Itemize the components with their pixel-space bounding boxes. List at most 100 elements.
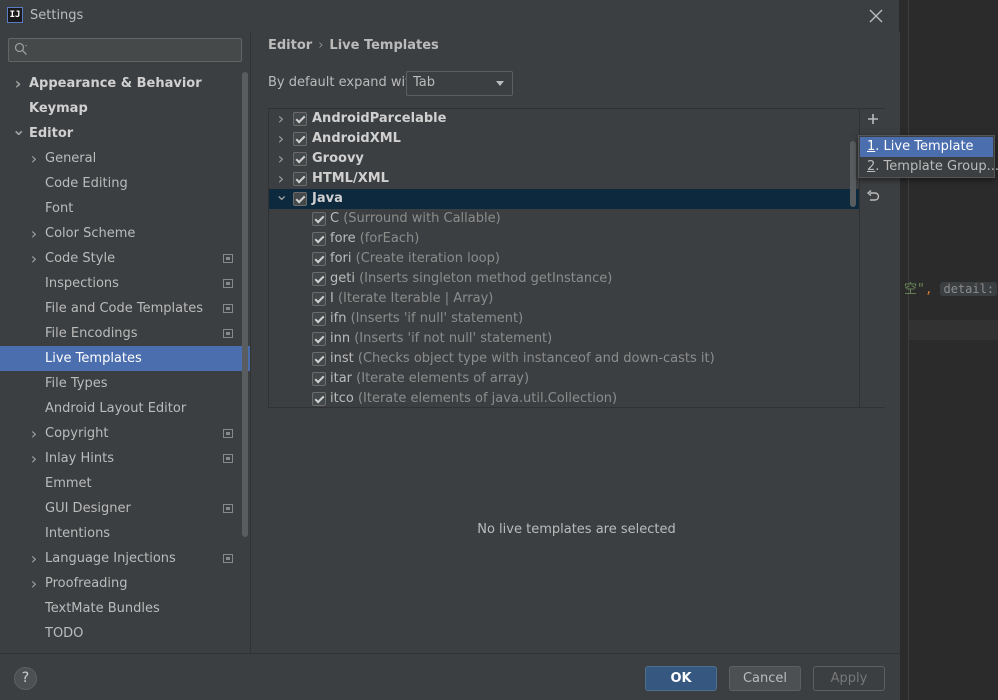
sidebar-item-keymap[interactable]: Keymap <box>0 96 250 121</box>
template-group-row[interactable]: › AndroidParcelable <box>269 109 859 129</box>
settings-dialog: IJ Settings › Appearance & Behavior Keymap… <box>0 0 900 700</box>
help-button[interactable]: ? <box>14 667 37 690</box>
menu-item-template-group[interactable]: 2. Template Group... <box>860 157 998 177</box>
template-group-checkbox[interactable] <box>293 112 307 126</box>
chevron-right-icon[interactable]: › <box>28 546 40 571</box>
template-group-row[interactable]: › HTML/XML <box>269 169 859 189</box>
ok-button[interactable]: OK <box>645 666 717 691</box>
template-row[interactable]: itco (Iterate elements of java.util.Coll… <box>269 389 859 407</box>
template-row[interactable]: ifn (Inserts 'if null' statement) <box>269 309 859 329</box>
apply-button[interactable]: Apply <box>813 666 885 691</box>
sidebar-item-font[interactable]: Font <box>0 196 250 221</box>
menu-item-label: . Live Template <box>875 139 974 154</box>
template-row[interactable]: C (Surround with Callable) <box>269 209 859 229</box>
settings-tree: › Appearance & Behavior Keymap ⌄ Editor › Gene… <box>0 71 250 646</box>
template-checkbox[interactable] <box>312 312 326 326</box>
template-checkbox[interactable] <box>312 212 326 226</box>
sidebar-item-gui-designer[interactable]: GUI Designer <box>0 496 250 521</box>
chevron-right-icon[interactable]: › <box>275 129 287 149</box>
close-button[interactable] <box>864 4 888 28</box>
template-checkbox[interactable] <box>312 372 326 386</box>
template-description: (Iterate elements of array) <box>356 371 530 386</box>
template-checkbox[interactable] <box>312 392 326 406</box>
template-group-checkbox[interactable] <box>293 172 307 186</box>
template-description: (Surround with Callable) <box>343 211 501 226</box>
template-row[interactable]: inn (Inserts 'if not null' statement) <box>269 329 859 349</box>
sidebar-item-label: Keymap <box>29 101 88 116</box>
expand-with-dropdown[interactable]: Tab <box>406 71 513 96</box>
plus-icon <box>868 114 878 124</box>
template-abbreviation: inn (Inserts 'if not null' statement) <box>330 329 552 349</box>
template-description: (Iterate elements of java.util.Collectio… <box>357 391 618 406</box>
templates-scrollbar[interactable] <box>850 141 856 207</box>
sidebar-item-inspections[interactable]: Inspections <box>0 271 250 296</box>
breadcrumb-parent: Editor <box>268 38 313 53</box>
sidebar-item-emmet[interactable]: Emmet <box>0 471 250 496</box>
template-checkbox[interactable] <box>312 352 326 366</box>
template-group-checkbox[interactable] <box>293 192 307 206</box>
chevron-right-icon[interactable]: › <box>28 421 40 446</box>
sidebar-item-textmate-bundles[interactable]: TextMate Bundles <box>0 596 250 621</box>
template-row[interactable]: inst (Checks object type with instanceof… <box>269 349 859 369</box>
sidebar-item-file-types[interactable]: File Types <box>0 371 250 396</box>
template-row[interactable]: fore (forEach) <box>269 229 859 249</box>
sidebar-item-general[interactable]: › General <box>0 146 250 171</box>
chevron-right-icon[interactable]: › <box>275 109 287 129</box>
sidebar-item-android-layout-editor[interactable]: Android Layout Editor <box>0 396 250 421</box>
chevron-right-icon[interactable]: › <box>28 571 40 596</box>
chevron-right-icon[interactable]: › <box>28 146 40 171</box>
chevron-right-icon[interactable]: › <box>12 71 24 96</box>
template-row[interactable]: itar (Iterate elements of array) <box>269 369 859 389</box>
restore-defaults-button[interactable] <box>863 189 883 210</box>
template-checkbox[interactable] <box>312 272 326 286</box>
sidebar-item-todo[interactable]: TODO <box>0 621 250 646</box>
chevron-down-icon[interactable]: ⌄ <box>275 185 288 205</box>
project-scope-icon <box>223 454 233 463</box>
chevron-right-icon[interactable]: › <box>28 446 40 471</box>
template-group-checkbox[interactable] <box>293 152 307 166</box>
template-description: (Checks object type with instanceof and … <box>357 351 715 366</box>
template-group-row[interactable]: › Groovy <box>269 149 859 169</box>
chevron-right-icon[interactable]: › <box>28 221 40 246</box>
cancel-button[interactable]: Cancel <box>729 666 801 691</box>
template-abbreviation: fori (Create iteration loop) <box>330 249 500 269</box>
settings-search-box[interactable] <box>8 38 242 62</box>
template-row[interactable]: I (Iterate Iterable | Array) <box>269 289 859 309</box>
add-template-button[interactable] <box>863 112 883 132</box>
sidebar-item-copyright[interactable]: › Copyright <box>0 421 250 446</box>
sidebar-item-appearance-behavior[interactable]: › Appearance & Behavior <box>0 71 250 96</box>
sidebar-item-color-scheme[interactable]: › Color Scheme <box>0 221 250 246</box>
intellij-app-icon: IJ <box>7 7 23 23</box>
sidebar-item-code-style[interactable]: › Code Style <box>0 246 250 271</box>
sidebar-item-code-editing[interactable]: Code Editing <box>0 171 250 196</box>
template-group-name: AndroidXML <box>312 131 401 146</box>
sidebar-item-language-injections[interactable]: › Language Injections <box>0 546 250 571</box>
chevron-down-icon[interactable]: ⌄ <box>12 117 25 142</box>
template-checkbox[interactable] <box>312 232 326 246</box>
sidebar-scrollbar[interactable] <box>242 72 248 537</box>
sidebar-item-label: Inlay Hints <box>45 451 114 466</box>
template-group-row[interactable]: ⌄ Java <box>269 185 859 209</box>
sidebar-item-file-encodings[interactable]: File Encodings <box>0 321 250 346</box>
chevron-right-icon[interactable]: › <box>275 149 287 169</box>
sidebar-item-proofreading[interactable]: › Proofreading <box>0 571 250 596</box>
sidebar-item-editor[interactable]: ⌄ Editor <box>0 120 250 146</box>
template-group-name: Groovy <box>312 151 364 166</box>
sidebar-item-label: Appearance & Behavior <box>29 76 202 91</box>
menu-item-live-template[interactable]: 1. Live Template <box>860 137 993 157</box>
template-checkbox[interactable] <box>312 252 326 266</box>
sidebar-item-inlay-hints[interactable]: › Inlay Hints <box>0 446 250 471</box>
template-abbreviation: I (Iterate Iterable | Array) <box>330 289 493 309</box>
search-input[interactable] <box>33 41 233 59</box>
template-description: (forEach) <box>359 231 420 246</box>
chevron-right-icon[interactable]: › <box>28 246 40 271</box>
template-checkbox[interactable] <box>312 332 326 346</box>
template-group-checkbox[interactable] <box>293 132 307 146</box>
template-checkbox[interactable] <box>312 292 326 306</box>
sidebar-item-live-templates[interactable]: Live Templates <box>0 346 250 371</box>
sidebar-item-intentions[interactable]: Intentions <box>0 521 250 546</box>
sidebar-item-file-and-code-templates[interactable]: File and Code Templates <box>0 296 250 321</box>
template-row[interactable]: fori (Create iteration loop) <box>269 249 859 269</box>
template-group-row[interactable]: › AndroidXML <box>269 129 859 149</box>
template-row[interactable]: geti (Inserts singleton method getInstan… <box>269 269 859 289</box>
